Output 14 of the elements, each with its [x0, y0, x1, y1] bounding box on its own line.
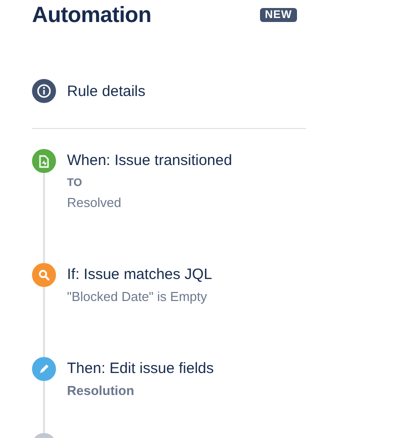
detail-label: TO	[67, 176, 84, 191]
detail-value: Resolution	[67, 382, 136, 400]
step-title[interactable]: If: Issue matches JQL	[67, 263, 212, 287]
info-icon	[32, 79, 56, 103]
rule-details-link[interactable]: Rule details	[67, 82, 146, 100]
new-badge: NEW	[260, 8, 297, 22]
page-title: Automation	[32, 2, 152, 28]
search-icon	[38, 269, 50, 281]
step-title[interactable]: When: Issue transitioned	[67, 149, 232, 173]
pencil-icon	[38, 363, 50, 375]
detail-value: "Blocked Date" is Empty	[67, 288, 208, 306]
document-icon	[38, 154, 50, 168]
step-title[interactable]: Then: Edit issue fields	[67, 357, 214, 381]
detail-value: Resolved	[67, 194, 122, 212]
